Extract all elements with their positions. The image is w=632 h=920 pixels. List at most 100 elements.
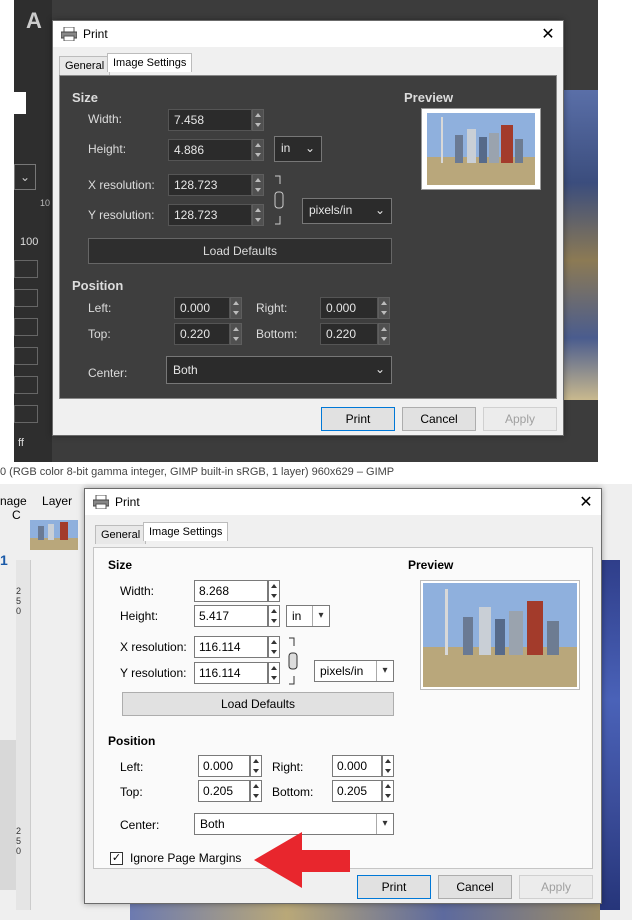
image-canvas-light xyxy=(600,560,620,910)
close-icon[interactable]: ✕ xyxy=(571,492,601,512)
height-input[interactable]: 4.886 xyxy=(168,139,252,161)
dialog-title: Print xyxy=(83,27,108,41)
tab-general[interactable]: General xyxy=(59,56,111,75)
city-preview-icon xyxy=(423,583,577,687)
apply-button[interactable]: Apply xyxy=(483,407,557,431)
width-input[interactable]: 8.268 xyxy=(194,580,268,602)
xres-input[interactable]: 116.114 xyxy=(194,636,268,658)
chevron-down-icon[interactable]: ⌄ xyxy=(14,164,36,190)
position-heading: Position xyxy=(108,734,156,748)
right-input[interactable]: 0.000 xyxy=(320,297,378,319)
xres-input[interactable]: 128.723 xyxy=(168,174,252,196)
tab-image-settings[interactable]: Image Settings xyxy=(143,522,229,541)
center-value: Both xyxy=(200,817,225,831)
top-input[interactable]: 0.220 xyxy=(174,323,230,345)
bottom-spinner[interactable] xyxy=(378,323,390,345)
center-value: Both xyxy=(173,363,198,377)
ruler-num: 0 xyxy=(16,606,22,616)
res-unit-select[interactable]: pixels/in ▾ xyxy=(314,660,394,682)
image-settings-panel: Size Width: 8.268 Height: 5.417 in ▾ X re… xyxy=(93,547,593,869)
city-preview-icon xyxy=(427,113,535,185)
bottom-input[interactable]: 0.205 xyxy=(332,780,382,802)
right-input[interactable]: 0.000 xyxy=(332,755,382,777)
left-label: Left: xyxy=(120,760,144,774)
load-defaults-button[interactable]: Load Defaults xyxy=(88,238,392,264)
ruler-num: 5 xyxy=(16,836,22,846)
chevron-down-icon: ▾ xyxy=(376,661,393,681)
preview-heading: Preview xyxy=(404,90,454,105)
height-spinner[interactable] xyxy=(268,605,280,627)
width-spinner[interactable] xyxy=(252,109,264,131)
menu-layer[interactable]: Layer xyxy=(42,494,72,508)
zoom-field[interactable]: 100 xyxy=(20,236,38,248)
height-label: Height: xyxy=(120,609,159,623)
print-button[interactable]: Print xyxy=(357,875,431,899)
center-label: Center: xyxy=(120,818,160,832)
unit-select[interactable]: in ⌄ xyxy=(274,136,322,162)
unit-value: in xyxy=(281,141,291,155)
preview-image xyxy=(420,580,580,690)
gimp-toolbox-dark: A ⌄ 100 ff xyxy=(14,0,52,462)
left-input[interactable]: 0.000 xyxy=(174,297,230,319)
center-select[interactable]: Both ⌄ xyxy=(166,356,392,384)
yres-input[interactable]: 128.723 xyxy=(168,204,252,226)
menu-image[interactable]: nage xyxy=(0,494,27,508)
red-arrow-annotation xyxy=(254,832,350,888)
load-defaults-button[interactable]: Load Defaults xyxy=(122,692,394,716)
width-spinner[interactable] xyxy=(268,580,280,602)
yres-input[interactable]: 116.114 xyxy=(194,662,268,684)
top-spinner[interactable] xyxy=(230,323,242,345)
xres-label: X resolution: xyxy=(88,178,155,192)
size-heading: Size xyxy=(72,90,99,105)
height-input[interactable]: 5.417 xyxy=(194,605,268,627)
left-spinner[interactable] xyxy=(250,755,262,777)
top-spinner[interactable] xyxy=(250,780,262,802)
chain-link-icon[interactable] xyxy=(272,174,288,226)
text-tool-icon[interactable]: A xyxy=(26,8,42,34)
chevron-down-icon: ▾ xyxy=(312,606,329,626)
top-label: Top: xyxy=(88,327,111,341)
cancel-button[interactable]: Cancel xyxy=(438,875,512,899)
dock-panel xyxy=(0,740,16,890)
close-icon[interactable]: ✕ xyxy=(533,24,563,44)
right-label: Right: xyxy=(272,760,304,774)
ruler-mark: 10 xyxy=(40,198,51,208)
unit-value: in xyxy=(292,609,302,623)
print-dialog-dark: Print ✕ General Image Settings Size Widt… xyxy=(52,20,564,436)
yres-spinner[interactable] xyxy=(252,204,264,226)
apply-button[interactable]: Apply xyxy=(519,875,593,899)
opacity-field[interactable]: ff xyxy=(18,437,24,449)
chain-link-icon[interactable] xyxy=(286,636,302,686)
left-spinner[interactable] xyxy=(230,297,242,319)
title-bar: Print ✕ xyxy=(85,489,601,515)
image-canvas-dark xyxy=(562,90,598,400)
cancel-button[interactable]: Cancel xyxy=(402,407,476,431)
tab-general[interactable]: General xyxy=(95,525,147,544)
width-input[interactable]: 7.458 xyxy=(168,109,252,131)
left-input[interactable]: 0.000 xyxy=(198,755,250,777)
right-spinner[interactable] xyxy=(382,755,394,777)
menu-c[interactable]: C xyxy=(12,508,21,522)
xres-spinner[interactable] xyxy=(268,636,280,658)
image-thumbnail[interactable] xyxy=(30,520,78,550)
preview-image xyxy=(421,108,541,190)
bottom-input[interactable]: 0.220 xyxy=(320,323,378,345)
xres-spinner[interactable] xyxy=(252,174,264,196)
title-bar: Print ✕ xyxy=(53,21,563,47)
size-heading: Size xyxy=(108,558,133,572)
ruler-num: 0 xyxy=(16,846,22,856)
res-unit-select[interactable]: pixels/in ⌄ xyxy=(302,198,392,224)
top-label: Top: xyxy=(120,785,143,799)
right-spinner[interactable] xyxy=(378,297,390,319)
ignore-margins-checkbox[interactable]: ✓ xyxy=(110,852,123,865)
tab-image-settings[interactable]: Image Settings xyxy=(107,53,193,72)
xres-label: X resolution: xyxy=(120,640,187,654)
height-spinner[interactable] xyxy=(252,139,264,161)
yres-spinner[interactable] xyxy=(268,662,280,684)
color-swatch[interactable] xyxy=(14,92,26,114)
print-button[interactable]: Print xyxy=(321,407,395,431)
bottom-spinner[interactable] xyxy=(382,780,394,802)
printer-icon xyxy=(93,495,109,509)
unit-select[interactable]: in ▾ xyxy=(286,605,330,627)
top-input[interactable]: 0.205 xyxy=(198,780,250,802)
